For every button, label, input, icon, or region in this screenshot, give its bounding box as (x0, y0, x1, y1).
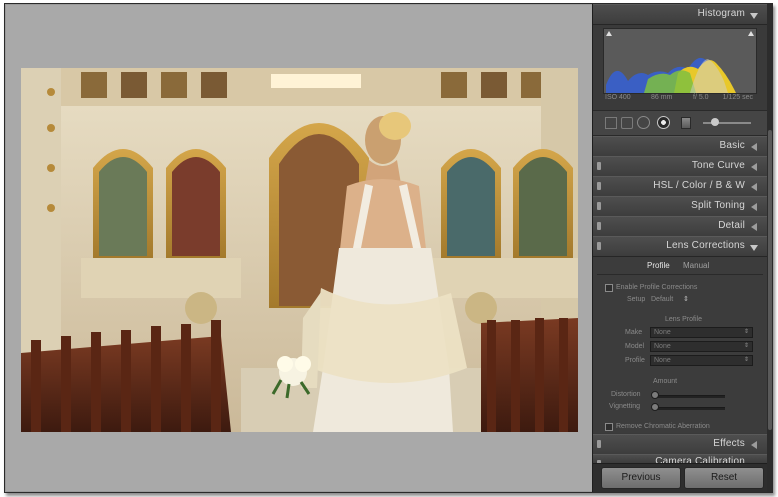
vignetting-label: Vignetting (609, 403, 641, 410)
dropdown-arrow-icon: ⇕ (743, 357, 749, 363)
effects-section-header[interactable]: Effects (593, 434, 767, 455)
lightroom-window: Histogram ISO 400 86 mm f/ 5.0 1/125 sec (4, 3, 773, 493)
photo-preview[interactable] (21, 68, 578, 432)
divider (597, 274, 763, 275)
setup-dropdown-arrow-icon[interactable]: ⇕ (683, 295, 689, 303)
aperture-value: f/ 5.0 (693, 94, 709, 101)
vignetting-slider-knob[interactable] (651, 403, 659, 411)
detail-section-header[interactable]: Detail (593, 216, 767, 237)
make-dropdown[interactable]: None ⇕ (650, 327, 753, 338)
panel-switch-icon[interactable] (597, 440, 601, 448)
remove-ca-label: Remove Chromatic Aberration (616, 423, 710, 430)
tone-curve-label: Tone Curve (691, 160, 745, 171)
reset-button[interactable]: Reset (684, 467, 764, 489)
shadow-clipping-icon[interactable] (606, 31, 612, 36)
amount-title: Amount (653, 378, 678, 385)
basic-section-header[interactable]: Basic (593, 136, 767, 157)
develop-right-panel: Histogram ISO 400 86 mm f/ 5.0 1/125 sec (592, 4, 772, 492)
tab-manual[interactable]: Manual (683, 261, 709, 270)
profile-dropdown[interactable]: None ⇕ (650, 355, 753, 366)
panel-switch-icon[interactable] (597, 202, 601, 210)
tool-strip (593, 110, 767, 136)
previous-button[interactable]: Previous (601, 467, 681, 489)
setup-label: Setup (627, 296, 646, 303)
make-value: None (654, 329, 671, 336)
image-canvas (6, 5, 592, 491)
vignetting-slider-track[interactable] (653, 407, 725, 410)
panel-switch-icon[interactable] (597, 222, 601, 230)
lens-corrections-body: Profile Manual Enable Profile Correction… (593, 257, 767, 433)
expand-triangle-icon[interactable] (751, 203, 757, 211)
graduated-filter-icon[interactable] (681, 117, 691, 129)
expand-triangle-icon[interactable] (751, 163, 757, 171)
panel-scrollbar[interactable] (767, 4, 772, 492)
panel-switch-icon[interactable] (597, 242, 601, 250)
distortion-label: Distortion (611, 391, 641, 398)
iso-value: ISO 400 (605, 94, 631, 101)
split-toning-label: Split Toning (691, 200, 745, 211)
profile-label: Profile (625, 357, 645, 364)
lens-tabs: Profile Manual (635, 260, 725, 272)
expand-triangle-icon[interactable] (751, 223, 757, 231)
hsl-label: HSL / Color / B & W (653, 180, 745, 191)
distortion-slider-knob[interactable] (651, 391, 659, 399)
focal-length-value: 86 mm (651, 94, 673, 101)
split-toning-section-header[interactable]: Split Toning (593, 196, 767, 217)
remove-ca-checkbox[interactable] (605, 423, 613, 431)
tab-profile[interactable]: Profile (647, 261, 670, 270)
enable-profile-label: Enable Profile Corrections (616, 284, 698, 291)
histogram-title: Histogram (697, 8, 745, 19)
expand-triangle-icon[interactable] (751, 183, 757, 191)
hsl-section-header[interactable]: HSL / Color / B & W (593, 176, 767, 197)
detail-label: Detail (718, 220, 745, 231)
effects-label: Effects (713, 438, 745, 449)
histogram-header[interactable]: Histogram (593, 4, 767, 25)
enable-profile-checkbox[interactable] (605, 284, 613, 292)
spot-removal-icon[interactable] (637, 116, 650, 129)
dropdown-arrow-icon: ⇕ (743, 329, 749, 335)
distortion-slider-track[interactable] (653, 395, 725, 398)
panel-switch-icon[interactable] (597, 162, 601, 170)
expand-triangle-icon[interactable] (751, 143, 757, 151)
collapse-triangle-icon[interactable] (750, 13, 758, 19)
expand-triangle-icon[interactable] (751, 441, 757, 449)
shutter-value: 1/125 sec (722, 94, 753, 101)
model-dropdown[interactable]: None ⇕ (650, 341, 753, 352)
make-label: Make (625, 329, 643, 336)
red-eye-icon[interactable] (657, 116, 670, 129)
basic-label: Basic (719, 140, 745, 151)
setup-dropdown[interactable]: Default (651, 296, 673, 303)
panel-scrollbar-thumb[interactable] (768, 130, 772, 430)
dropdown-arrow-icon: ⇕ (743, 343, 749, 349)
lens-corrections-section-header[interactable]: Lens Corrections (593, 236, 767, 257)
lens-profile-title: Lens Profile (665, 316, 702, 323)
adjustment-brush-knob[interactable] (711, 118, 719, 126)
lens-corrections-label: Lens Corrections (666, 240, 745, 251)
grid-overlay-icon[interactable] (605, 117, 617, 129)
highlight-clipping-icon[interactable] (748, 31, 754, 36)
model-label: Model (625, 343, 645, 350)
panel-switch-icon[interactable] (597, 182, 601, 190)
histogram-info: ISO 400 86 mm f/ 5.0 1/125 sec (603, 94, 755, 104)
profile-value: None (654, 357, 671, 364)
collapse-triangle-icon[interactable] (750, 245, 758, 251)
tone-curve-section-header[interactable]: Tone Curve (593, 156, 767, 177)
histogram-graph[interactable] (603, 28, 757, 94)
bride-photo (21, 68, 578, 432)
histogram-chart (606, 57, 736, 93)
model-value: None (654, 343, 671, 350)
crop-tool-icon[interactable] (621, 117, 633, 129)
